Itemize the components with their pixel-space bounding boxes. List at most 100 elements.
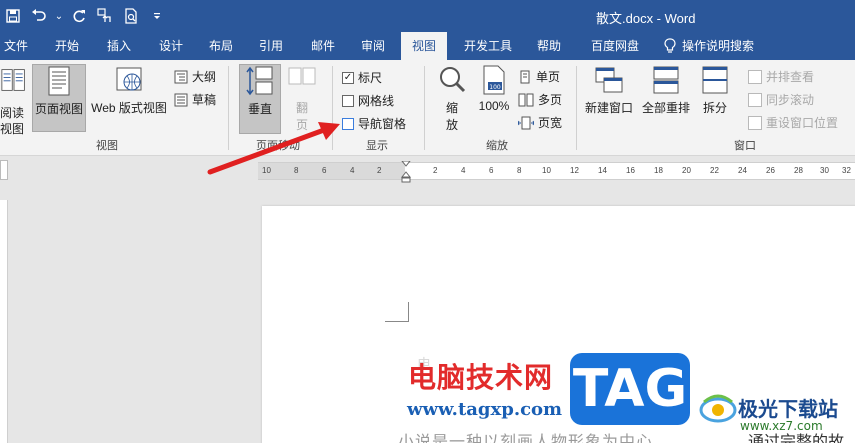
- tell-me-search[interactable]: 操作说明搜索: [664, 32, 774, 60]
- tab-references[interactable]: 引用: [250, 32, 292, 60]
- tab-insert[interactable]: 插入: [98, 32, 140, 60]
- navigation-pane-label: 导航窗格: [358, 117, 407, 131]
- lightbulb-icon: [664, 38, 676, 53]
- views-group-label: 视图: [96, 140, 118, 152]
- reset-window-position-label: 重设窗口位置: [766, 116, 839, 130]
- side-to-side-label-1: 翻: [295, 101, 308, 115]
- print-layout-label: 页面视图: [34, 102, 83, 116]
- outline-label: 大纲: [192, 70, 217, 84]
- tab-design[interactable]: 设计: [150, 32, 192, 60]
- gridlines-checkbox[interactable]: 网格线: [342, 92, 394, 109]
- watermark-download-url: www.xz7.com: [740, 419, 823, 433]
- navigation-pane-check-icon[interactable]: [342, 117, 354, 130]
- page-movement-group-label: 页面移动: [256, 140, 300, 152]
- synchronous-scrolling-label: 同步滚动: [766, 93, 815, 107]
- one-page-label: 单页: [536, 70, 561, 84]
- zoom-label-1: 缩: [445, 101, 458, 115]
- quick-access-toolbar: ⌄: [0, 0, 170, 32]
- tab-review[interactable]: 审阅: [352, 32, 394, 60]
- customize-qat-icon[interactable]: [144, 0, 170, 32]
- ruler-tick-label: 2: [377, 166, 382, 175]
- group-separator: [332, 66, 333, 150]
- ruler-tick-label: 18: [654, 166, 663, 175]
- tab-developer[interactable]: 开发工具: [458, 32, 518, 60]
- zoom-100-button[interactable]: 100 100%: [476, 64, 512, 113]
- ruler-tick-label: 10: [542, 166, 551, 175]
- undo-icon[interactable]: [26, 0, 52, 32]
- magnifier-icon: [440, 67, 466, 93]
- ruler-tick-label: 4: [461, 166, 466, 175]
- draft-label: 草稿: [192, 93, 217, 107]
- horizontal-ruler[interactable]: 10 8 6 4 2 2 4 6 8 10 12 14 16 18 20 22 …: [258, 161, 855, 183]
- tab-home[interactable]: 开始: [46, 32, 88, 60]
- ruler-checkbox[interactable]: ✓ 标尺: [342, 69, 382, 86]
- split-button[interactable]: 拆分: [698, 64, 732, 116]
- ruler-label: 标尺: [358, 71, 383, 85]
- read-mode-label-1: 阅读: [0, 106, 25, 120]
- print-layout-icon: [48, 66, 70, 96]
- read-mode-button[interactable]: 阅读 视图: [0, 64, 28, 136]
- touch-mode-icon[interactable]: [92, 0, 118, 32]
- zoom-button[interactable]: 缩 放: [436, 64, 468, 133]
- ruler-tick-label: 10: [262, 166, 271, 175]
- ruler-tick-label: 32: [842, 166, 851, 175]
- tab-view[interactable]: 视图: [401, 32, 447, 60]
- outline-button[interactable]: 大纲: [174, 68, 216, 85]
- watermark-site-name: 电脑技术网: [408, 361, 554, 394]
- new-window-button[interactable]: 新建窗口: [582, 64, 636, 116]
- web-layout-button[interactable]: Web 版式视图: [88, 64, 170, 116]
- read-mode-label-2: 视图: [0, 122, 25, 136]
- show-group-label: 显示: [366, 140, 388, 152]
- ruler-tick-label: 20: [682, 166, 691, 175]
- ruler-left-margin: [258, 163, 405, 179]
- reset-window-position-button[interactable]: 重设窗口位置: [748, 114, 838, 131]
- synchronous-scrolling-button[interactable]: 同步滚动: [748, 91, 814, 108]
- side-to-side-label-2: 页: [295, 118, 308, 132]
- gridlines-check-icon[interactable]: [342, 94, 354, 107]
- print-preview-icon[interactable]: [118, 0, 144, 32]
- reset-position-icon: [748, 115, 762, 130]
- ruler-tick-label: 4: [350, 166, 355, 175]
- undo-dropdown-icon[interactable]: ⌄: [52, 0, 66, 32]
- redo-icon[interactable]: [66, 0, 92, 32]
- save-icon[interactable]: [0, 0, 26, 32]
- tab-mailings[interactable]: 邮件: [302, 32, 344, 60]
- document-paragraph[interactable]: 小说是一种以刻画人物形象为中心: [398, 428, 653, 443]
- indent-marker-icon[interactable]: [401, 161, 411, 183]
- tab-file[interactable]: 文件: [0, 32, 32, 60]
- zoom-label-2: 放: [445, 118, 458, 132]
- gridlines-label: 网格线: [358, 94, 395, 108]
- side-to-side-icon: [288, 67, 316, 85]
- navigation-pane-checkbox[interactable]: 导航窗格: [342, 115, 406, 132]
- tab-layout[interactable]: 布局: [200, 32, 242, 60]
- print-layout-button[interactable]: 页面视图: [32, 64, 86, 132]
- page-width-button[interactable]: 页宽: [518, 114, 562, 131]
- split-label: 拆分: [702, 101, 727, 115]
- ribbon-tab-bar: 文件 开始 插入 设计 布局 引用 邮件 审阅 视图 开发工具 帮助 百度网盘 …: [0, 32, 855, 60]
- view-side-by-side-button[interactable]: 并排查看: [748, 68, 814, 85]
- ruler-check-icon[interactable]: ✓: [342, 71, 354, 84]
- page-width-icon: [518, 116, 534, 129]
- tell-me-label: 操作说明搜索: [682, 39, 755, 53]
- draft-button[interactable]: 草稿: [174, 91, 216, 108]
- side-by-side-icon: [748, 69, 762, 84]
- ruler-tick-label: 14: [598, 166, 607, 175]
- tab-help[interactable]: 帮助: [528, 32, 570, 60]
- tab-baidu-netdisk[interactable]: 百度网盘: [582, 32, 648, 60]
- ruler-tick-label: 28: [794, 166, 803, 175]
- vertical-page-icon: [246, 66, 273, 96]
- one-page-button[interactable]: 单页: [518, 68, 560, 85]
- ribbon-view-panel: 阅读 视图 页面视图 Web 版式视图 大纲 草稿 视图 垂直 翻 页 页面移动…: [0, 60, 855, 156]
- multiple-pages-button[interactable]: 多页: [518, 91, 562, 108]
- page-width-label: 页宽: [538, 116, 563, 130]
- zoom-100-icon: 100: [483, 65, 505, 95]
- ruler-tick-label: 8: [517, 166, 522, 175]
- ruler-tick-label: 22: [710, 166, 719, 175]
- ruler-tick-label: 30: [820, 166, 829, 175]
- vertical-ruler[interactable]: [0, 200, 8, 443]
- side-to-side-button[interactable]: 翻 页: [286, 64, 318, 133]
- arrange-all-button[interactable]: 全部重排: [640, 64, 692, 116]
- split-icon: [702, 66, 728, 94]
- group-separator: [424, 66, 425, 150]
- vertical-button[interactable]: 垂直: [239, 64, 281, 134]
